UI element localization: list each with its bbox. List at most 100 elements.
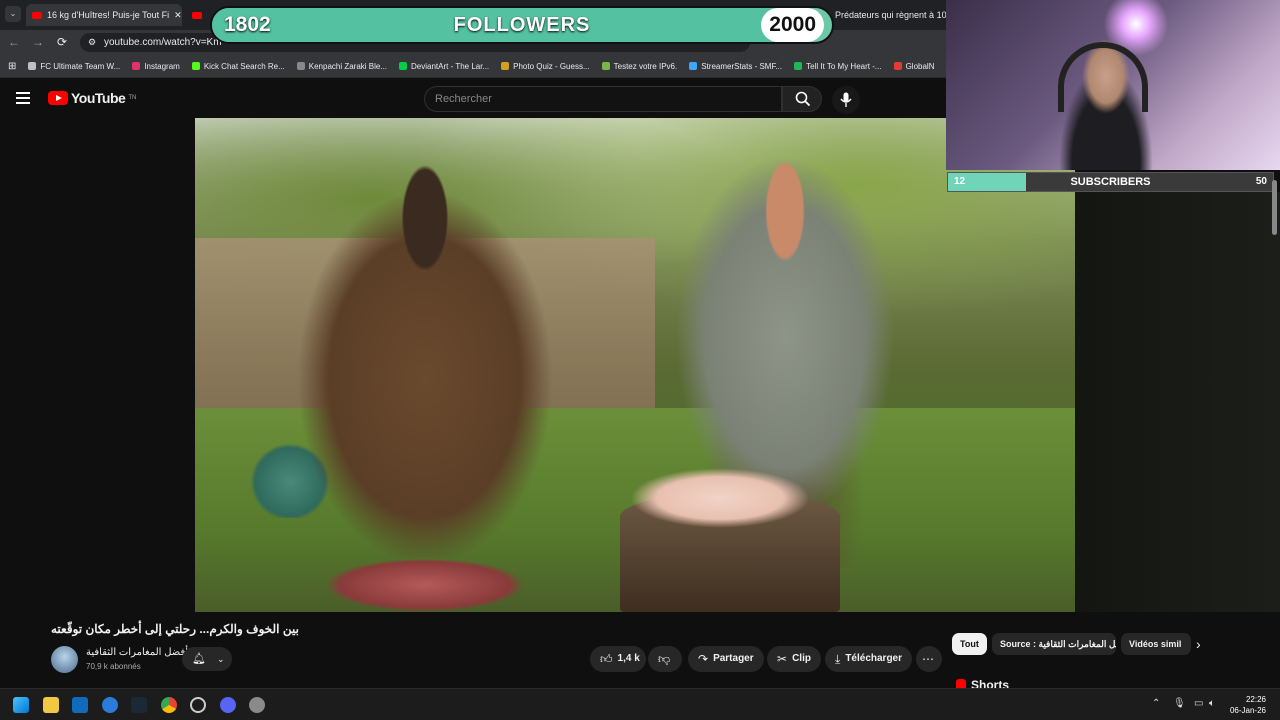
bookmark-label: Kick Chat Search Re... [203, 61, 285, 71]
search-input[interactable]: Rechercher [424, 86, 782, 112]
download-icon: ⤓ [835, 652, 841, 666]
clip-label: Clip [792, 653, 811, 664]
chip-similar[interactable]: Vidéos simil [1121, 633, 1191, 655]
network-icon[interactable]: ▭ [1194, 698, 1203, 709]
youtube-header: YouTube TN Rechercher [0, 78, 946, 118]
like-button[interactable]: 👍︎ 1,4 k [590, 646, 646, 672]
bookmark-favicon-icon [501, 62, 510, 70]
channel-name[interactable]: أفضل المغامرات الثقافية [86, 647, 188, 658]
bookmark-item[interactable]: Kenpachi Zaraki Ble... [296, 61, 388, 71]
chevron-right-icon[interactable]: › [1196, 636, 1201, 652]
bookmark-favicon-icon [893, 62, 902, 70]
forward-icon[interactable]: → [30, 34, 46, 50]
logo-country: TN [128, 95, 137, 101]
logo-text: YouTube [71, 90, 126, 106]
microphone-icon[interactable]: 🎙︎ [1173, 698, 1186, 709]
tab-title: Prédateurs qui règnent à 107 [835, 10, 952, 20]
bookmark-item[interactable]: FC Ultimate Team W... [28, 62, 120, 71]
tab-title: 16 kg d'Huîtres! Puis-je Tout Fi [47, 10, 170, 20]
chip-all[interactable]: Tout [952, 633, 987, 655]
windows-start-icon[interactable] [13, 697, 29, 713]
share-icon: ↷ [698, 652, 709, 666]
site-info-icon[interactable]: ⚙ [88, 33, 96, 52]
thumbs-up-icon: 👍︎ [600, 652, 613, 666]
bookmark-label: Kenpachi Zaraki Ble... [308, 61, 388, 71]
channel-subscriber-count: 70,9 k abonnés [86, 662, 141, 671]
scissors-icon: ✂ [777, 652, 788, 666]
clip-button[interactable]: ✂ Clip [767, 646, 821, 672]
video-player[interactable] [195, 118, 1075, 612]
bookmark-item[interactable]: StreamerStats - SMF... [689, 62, 782, 71]
chrome-icon[interactable] [161, 697, 177, 713]
url-text: youtube.com/watch?v=Km [104, 37, 222, 48]
bookmark-item[interactable]: Testez votre IPv6. [601, 62, 677, 71]
video-frame-food [630, 468, 810, 528]
chevron-down-icon: ⌄ [217, 654, 225, 664]
bookmark-item[interactable]: Photo Quiz - Guess... [501, 61, 590, 71]
tab-item[interactable] [186, 4, 208, 26]
bookmark-item[interactable]: Instagram [132, 62, 180, 71]
file-explorer-icon[interactable] [43, 697, 59, 713]
avatar[interactable] [51, 646, 78, 673]
chevron-up-icon[interactable]: ⌃ [1152, 698, 1160, 709]
tab-active[interactable]: 16 kg d'Huîtres! Puis-je Tout Fi ✕ [26, 4, 182, 26]
discord-icon[interactable] [220, 697, 236, 713]
microphone-icon [840, 92, 852, 107]
bookmark-item[interactable]: Tell It To My Heart -... [794, 61, 882, 71]
settings-icon[interactable] [249, 697, 265, 713]
bookmark-favicon-icon [794, 62, 803, 70]
close-icon[interactable]: ✕ [174, 10, 182, 21]
apps-icon[interactable]: ⊞ [8, 61, 16, 72]
notification-button[interactable]: 🔔︎ ⌄ [182, 647, 232, 671]
video-frame-meat [325, 558, 525, 612]
bookmark-label: Photo Quiz - Guess... [513, 61, 590, 71]
back-icon[interactable]: ← [6, 34, 22, 50]
subscribers-label: SUBSCRIBERS [1070, 176, 1151, 188]
clock[interactable]: 22:26 06-Jan-26 [1230, 694, 1266, 716]
bookmark-item[interactable]: Kick Chat Search Re... [191, 61, 285, 71]
bookmark-favicon-icon [191, 62, 200, 70]
bookmark-item[interactable]: GlobalN [893, 61, 935, 71]
share-button[interactable]: ↷ Partager [688, 646, 764, 672]
youtube-favicon-icon [32, 11, 42, 19]
followers-goal: 2000 [761, 8, 824, 42]
app-icon[interactable] [102, 697, 118, 713]
like-count: 1,4 k [617, 653, 640, 664]
voice-search-button[interactable] [832, 86, 860, 114]
more-actions-button[interactable]: ⋯ [916, 646, 942, 672]
chip-source[interactable]: Source : أفضل المغامرات الثقافية [992, 633, 1116, 655]
download-label: Télécharger [845, 653, 903, 664]
tab-item[interactable]: Prédateurs qui règnent à 107 [820, 4, 952, 26]
outlook-icon[interactable] [72, 697, 88, 713]
search-icon [795, 91, 811, 107]
bookmark-label: GlobalN [905, 61, 935, 71]
followers-current: 1802 [224, 13, 271, 36]
scrollbar-thumb[interactable] [1272, 180, 1277, 235]
webcam-overlay [946, 0, 1280, 170]
download-button[interactable]: ⤓ Télécharger [825, 646, 913, 672]
bookmark-label: StreamerStats - SMF... [701, 61, 783, 71]
clock-time: 22:26 [1245, 695, 1266, 704]
steam-icon[interactable] [131, 697, 147, 713]
search-button[interactable] [782, 86, 822, 112]
app-icon[interactable] [190, 697, 206, 713]
subscribers-goal-bar: SUBSCRIBERS 12 50 [947, 172, 1274, 192]
dislike-button[interactable]: 👎︎ [648, 646, 682, 672]
sidebar-background [1075, 192, 1280, 612]
volume-icon[interactable]: 🔈︎ [1209, 698, 1215, 709]
menu-icon[interactable] [16, 92, 30, 104]
reload-icon[interactable]: ⟳ [54, 34, 70, 50]
youtube-logo[interactable]: YouTube TN [48, 90, 136, 106]
bookmark-label: Tell It To My Heart -... [806, 61, 882, 71]
video-frame-person [275, 158, 575, 558]
youtube-favicon-icon [192, 11, 202, 19]
bookmark-favicon-icon [399, 62, 408, 70]
bookmark-item[interactable]: DeviantArt - The Lar... [399, 62, 489, 71]
bookmarks-bar: ⊞ FC Ultimate Team W... Instagram Kick Cha… [0, 55, 946, 78]
share-label: Partager [713, 653, 754, 664]
bookmark-favicon-icon [601, 62, 610, 70]
taskbar: ⌃ 🎙︎ ▭ 🔈︎ 22:26 06-Jan-26 [0, 688, 1280, 720]
tab-list-button[interactable]: ⌄ [5, 6, 21, 22]
bookmark-favicon-icon [132, 62, 141, 70]
bookmark-favicon-icon [296, 62, 305, 70]
